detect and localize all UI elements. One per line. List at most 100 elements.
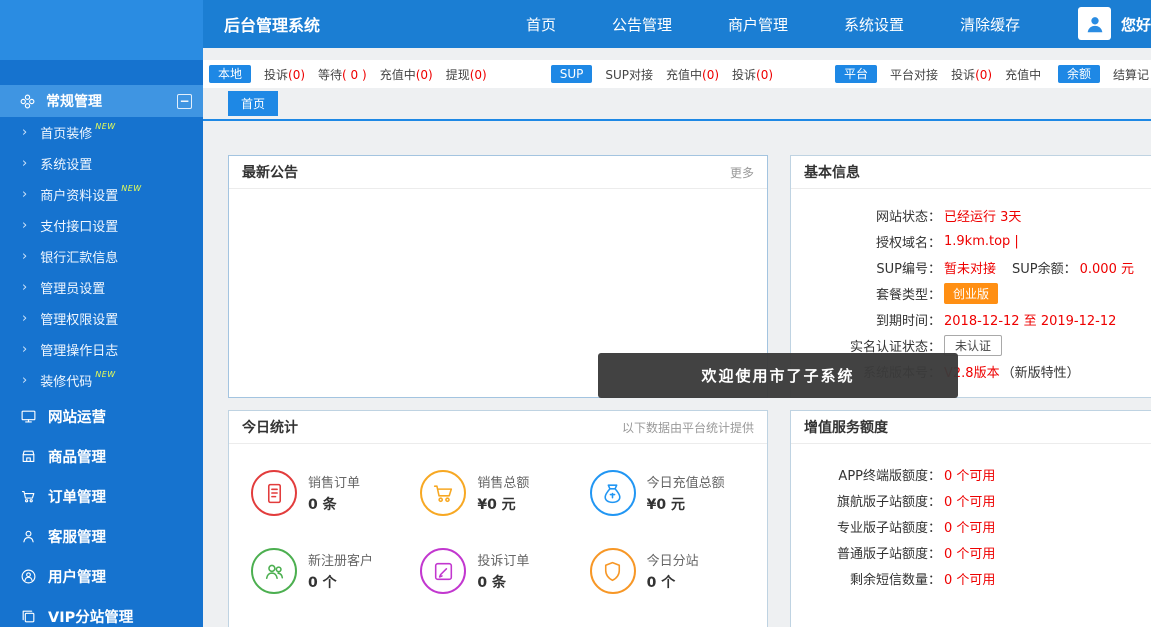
status-item-label: SUP对接: [605, 68, 653, 82]
stat-new-customers[interactable]: 新注册客户0 个: [251, 548, 420, 594]
status-item-label: 等待: [318, 68, 342, 82]
info-label: SUP编号：: [791, 258, 941, 277]
status-item-count: (0): [288, 68, 305, 82]
status-local-withdraw[interactable]: 提现(0): [446, 66, 487, 83]
info-row-sup: SUP编号：暂未对接SUP余额：0.000 元: [791, 254, 1151, 280]
sidebar-item-users[interactable]: 用户管理: [0, 556, 203, 596]
stat-text: 今日充值总额¥0 元: [647, 472, 725, 514]
stat-value: 0 个: [647, 572, 699, 592]
sidebar-item-label: 管理员设置: [40, 278, 105, 297]
sidebar-item-home-decor[interactable]: ›首页装修NEW: [0, 117, 203, 148]
sidebar-item-admin-permissions[interactable]: ›管理权限设置: [0, 303, 203, 334]
sidebar-item-label: 商品管理: [48, 446, 106, 467]
sidebar-item-label: 银行汇款信息: [40, 247, 118, 266]
status-item-label: 充值中: [380, 68, 416, 82]
chevron-right-icon: ›: [22, 373, 27, 388]
topnav-announcements[interactable]: 公告管理: [612, 14, 672, 35]
sidebar-item-orders[interactable]: 订单管理: [0, 476, 203, 516]
info-label: 到期时间：: [791, 310, 941, 329]
quota-label: 专业版子站额度：: [791, 517, 941, 536]
sidebar-item-label: VIP分站管理: [48, 606, 133, 627]
status-sup-recharging[interactable]: 充值中(0): [666, 66, 719, 83]
stats-grid: 销售订单0 条 销售总额¥0 元 今日充值总额¥0 元 新注册客户0 个 投诉订…: [229, 444, 767, 594]
balance-badge[interactable]: 余额: [1058, 65, 1100, 83]
chevron-right-icon: ›: [22, 218, 27, 233]
status-item-label: 投诉: [951, 68, 975, 82]
stat-today-substations[interactable]: 今日分站0 个: [590, 548, 759, 594]
card-title: 最新公告: [242, 162, 298, 182]
customers-icon: [251, 548, 297, 594]
sup-badge[interactable]: SUP: [551, 65, 593, 83]
user-greeting[interactable]: 您好: [1121, 14, 1151, 35]
status-local-complaints[interactable]: 投诉(0): [264, 66, 305, 83]
collapse-icon[interactable]: −: [177, 94, 192, 109]
tab-home[interactable]: 首页: [228, 91, 278, 116]
status-local-waiting[interactable]: 等待( 0 ): [318, 66, 367, 83]
chevron-right-icon: ›: [22, 249, 27, 264]
info-value: 0.000 元: [1080, 258, 1134, 277]
stat-text: 销售总额¥0 元: [477, 472, 529, 514]
stat-text: 今日分站0 个: [647, 550, 699, 592]
shield-icon: [590, 548, 636, 594]
quota-label: 旗航版子站额度：: [791, 491, 941, 510]
stat-value: ¥0 元: [647, 494, 725, 514]
status-item-label: 充值中: [666, 68, 702, 82]
tab-row: 首页: [203, 88, 1151, 121]
sidebar-item-system-settings[interactable]: ›系统设置: [0, 148, 203, 179]
stat-sales-total[interactable]: 销售总额¥0 元: [420, 470, 589, 516]
sidebar-item-customer-service[interactable]: 客服管理: [0, 516, 203, 556]
status-sup-link[interactable]: SUP对接: [605, 66, 653, 83]
avatar[interactable]: [1078, 7, 1111, 40]
local-badge[interactable]: 本地: [209, 65, 251, 83]
platform-badge[interactable]: 平台: [835, 65, 877, 83]
plan-button[interactable]: 创业版: [944, 283, 998, 304]
cart-icon: [20, 488, 37, 505]
topnav-settings[interactable]: 系统设置: [844, 14, 904, 35]
stat-text: 投诉订单0 条: [477, 550, 529, 592]
sidebar-item-decor-code[interactable]: ›装修代码NEW: [0, 365, 203, 396]
user-circle-icon: [20, 568, 37, 585]
new-badge: NEW: [121, 184, 141, 193]
sidebar-item-site-operations[interactable]: 网站运营: [0, 396, 203, 436]
topnav-merchants[interactable]: 商户管理: [728, 14, 788, 35]
sidebar-section-general[interactable]: 常规管理 −: [0, 85, 203, 117]
info-row-domain: 授权域名：1.9km.top |: [791, 228, 1151, 254]
status-local-recharging[interactable]: 充值中(0): [380, 66, 433, 83]
status-group-balance: 余额 结算记: [1058, 65, 1149, 83]
status-item-count: (0): [756, 68, 773, 82]
sidebar-item-payment-api[interactable]: ›支付接口设置: [0, 210, 203, 241]
status-item-count: (0): [416, 68, 433, 82]
flower-icon: [19, 93, 36, 110]
complaint-form-icon: [420, 548, 466, 594]
chevron-right-icon: ›: [22, 156, 27, 171]
status-settlement-records[interactable]: 结算记: [1113, 66, 1149, 83]
stat-complaint-orders[interactable]: 投诉订单0 条: [420, 548, 589, 594]
stat-value: 0 条: [477, 572, 529, 592]
copy-icon: [20, 608, 37, 625]
sidebar-item-admin-settings[interactable]: ›管理员设置: [0, 272, 203, 303]
app-title: 后台管理系统: [224, 12, 320, 36]
stat-recharge-total[interactable]: 今日充值总额¥0 元: [590, 470, 759, 516]
sidebar-item-bank-info[interactable]: › 银行汇款信息: [0, 241, 203, 272]
status-platform-recharging[interactable]: 充值中: [1005, 66, 1041, 83]
stat-sales-orders[interactable]: 销售订单0 条: [251, 470, 420, 516]
info-row-expiry: 到期时间：2018-12-12 至 2019-12-12: [791, 306, 1151, 332]
status-sup-complaints[interactable]: 投诉(0): [732, 66, 773, 83]
changelog-link[interactable]: （新版特性）: [1002, 362, 1080, 381]
more-link[interactable]: 更多: [730, 164, 754, 181]
sidebar: 常规管理 − ›首页装修NEW ›系统设置 ›商户资料设置NEW ›支付接口设置…: [0, 60, 203, 627]
sidebar-item-vip-substations[interactable]: VIP分站管理: [0, 596, 203, 627]
sidebar-item-admin-logs[interactable]: ›管理操作日志: [0, 334, 203, 365]
stat-value: 0 条: [308, 494, 360, 514]
stat-label: 新注册客户: [308, 550, 373, 569]
sidebar-item-products[interactable]: 商品管理: [0, 436, 203, 476]
quota-row-standard: 普通版子站额度：0 个可用: [791, 539, 1151, 565]
quota-label: APP终端版额度：: [791, 465, 941, 484]
chevron-right-icon: ›: [22, 342, 27, 357]
topnav-home[interactable]: 首页: [526, 14, 556, 35]
topnav-clear-cache[interactable]: 清除缓存: [960, 14, 1020, 35]
sidebar-item-merchant-profile[interactable]: ›商户资料设置NEW: [0, 179, 203, 210]
status-platform-complaints[interactable]: 投诉(0): [951, 66, 992, 83]
card-header: 增值服务额度: [791, 411, 1151, 444]
status-platform-link[interactable]: 平台对接: [890, 66, 938, 83]
